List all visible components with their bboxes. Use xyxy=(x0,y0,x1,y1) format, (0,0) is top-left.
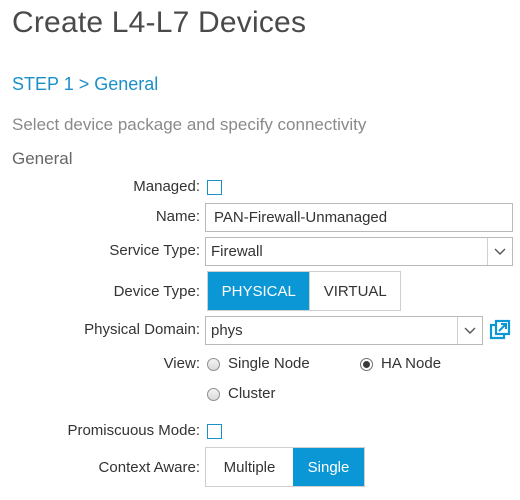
chevron-down-icon[interactable] xyxy=(487,238,512,265)
context-aware-single-button[interactable]: Single xyxy=(293,448,364,486)
promiscuous-mode-label: Promiscuous Mode: xyxy=(67,422,200,439)
promiscuous-mode-checkbox[interactable] xyxy=(207,424,222,439)
device-type-label: Device Type: xyxy=(113,283,200,300)
managed-checkbox[interactable] xyxy=(207,180,222,195)
step-subtitle: Select device package and specify connec… xyxy=(12,115,367,134)
view-cluster-radio[interactable] xyxy=(207,388,220,401)
view-cluster-label: Cluster xyxy=(228,385,276,402)
view-single-node-radio[interactable] xyxy=(207,358,220,371)
view-single-node-label: Single Node xyxy=(228,355,310,372)
physical-domain-value: phys xyxy=(211,322,243,339)
name-input[interactable]: PAN-Firewall-Unmanaged xyxy=(205,203,513,232)
managed-label: Managed: xyxy=(133,178,200,195)
name-label: Name: xyxy=(155,208,200,225)
view-label: View: xyxy=(163,355,200,372)
device-type-physical-button[interactable]: PHYSICAL xyxy=(208,272,310,310)
context-aware-multiple-button[interactable]: Multiple xyxy=(206,448,293,486)
chevron-down-icon[interactable] xyxy=(457,317,482,344)
step-breadcrumb[interactable]: STEP 1 > General xyxy=(12,74,158,95)
open-external-icon[interactable] xyxy=(489,319,511,341)
physical-domain-label: Physical Domain: xyxy=(84,321,200,338)
section-heading-general: General xyxy=(12,149,73,168)
device-type-virtual-button[interactable]: VIRTUAL xyxy=(309,272,400,310)
physical-domain-select[interactable]: phys xyxy=(205,316,483,345)
view-ha-node-label: HA Node xyxy=(381,355,442,372)
service-type-value: Firewall xyxy=(211,243,263,260)
context-aware-label: Context Aware: xyxy=(98,459,200,476)
service-type-label: Service Type: xyxy=(109,242,200,259)
service-type-select[interactable]: Firewall xyxy=(205,237,513,266)
context-aware-toggle: Multiple Single xyxy=(205,447,365,487)
page-title: Create L4-L7 Devices xyxy=(12,6,307,39)
device-type-toggle: PHYSICAL VIRTUAL xyxy=(207,271,401,311)
view-ha-node-radio[interactable] xyxy=(360,358,373,371)
